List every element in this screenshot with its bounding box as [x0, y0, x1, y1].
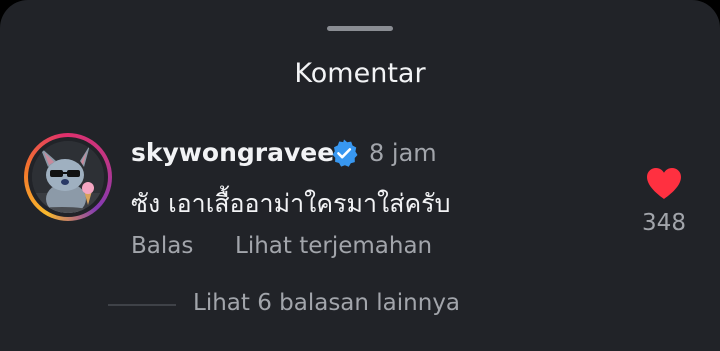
verified-badge-icon [332, 139, 358, 167]
sheet-title: Komentar [294, 58, 426, 89]
heart-icon[interactable] [645, 166, 683, 200]
replies-divider [108, 304, 176, 306]
avatar-image [32, 141, 104, 213]
view-more-replies-button[interactable]: Lihat 6 balasan lainnya [193, 290, 460, 316]
avatar[interactable] [24, 133, 112, 221]
avatar-picture-icon [32, 141, 104, 213]
see-translation-button[interactable]: Lihat terjemahan [235, 233, 432, 259]
comment-time: 8 jam [369, 139, 437, 167]
reply-button[interactable]: Balas [131, 233, 193, 259]
drag-handle[interactable] [327, 26, 393, 31]
comment-text: ซัง เอาเสื้ออาม่าใครมาใส่ครับ [131, 189, 451, 218]
comments-sheet: Komentar skywongravee 8 jam ซัง เอาเสื้อ… [0, 0, 720, 351]
comment-username[interactable]: skywongravee [131, 138, 334, 167]
like-count: 348 [642, 210, 686, 236]
avatar-ring-gap [28, 137, 108, 217]
